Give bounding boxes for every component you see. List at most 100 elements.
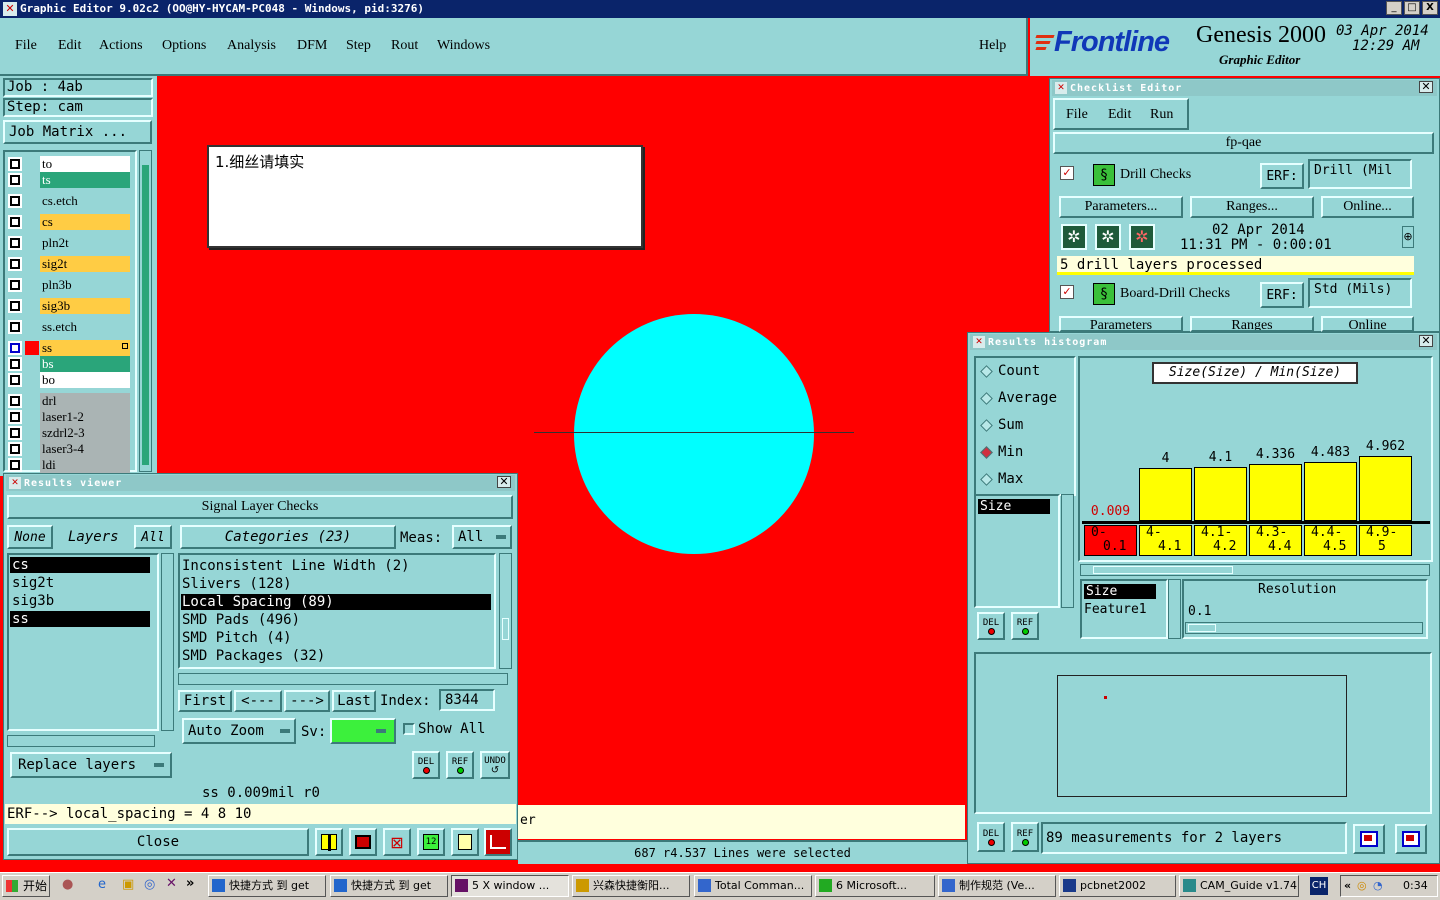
layer-checkbox[interactable] (8, 410, 22, 424)
histogram-bar[interactable] (1249, 464, 1302, 521)
results-layer-item[interactable]: cs (10, 557, 150, 573)
resolution-slider[interactable] (1185, 622, 1423, 634)
taskbar-item[interactable]: 兴森快捷衡阳... (572, 875, 690, 897)
hist-list-item-size[interactable]: Size (978, 499, 1050, 514)
layer-checkbox[interactable] (8, 458, 22, 472)
layer-checkbox[interactable] (8, 442, 22, 456)
start-button[interactable]: 开始 (2, 875, 50, 897)
run-icon-2[interactable]: ✲ (1095, 224, 1121, 250)
results-layers-scrollbar[interactable] (161, 553, 174, 731)
meas-select[interactable]: All (452, 525, 512, 549)
show-all-checkbox[interactable] (403, 723, 415, 735)
histogram-bar[interactable] (1359, 456, 1412, 521)
categories-button[interactable]: Categories (23) (180, 525, 396, 549)
close-window-button[interactable]: X (1422, 1, 1438, 15)
monitor-icon-button[interactable] (349, 828, 377, 856)
menu-windows[interactable]: Windows (437, 38, 490, 54)
bar-category-label[interactable]: 4.1- 4.2 (1194, 525, 1247, 556)
layer-checkbox[interactable] (8, 236, 22, 250)
browser-icon[interactable]: ◎ (144, 877, 155, 892)
menu-actions[interactable]: Actions (99, 38, 143, 54)
next-button[interactable]: ---> (284, 690, 330, 712)
category-item[interactable]: Slivers (128) (181, 576, 491, 592)
menu-rout[interactable]: Rout (391, 38, 418, 54)
prev-button[interactable]: <--- (234, 690, 282, 712)
taskbar-item[interactable]: 5 X window ... (451, 875, 569, 897)
cyan-pad[interactable] (574, 314, 814, 554)
last-button[interactable]: Last (332, 690, 376, 712)
bar-category-label[interactable]: 4.4- 4.5 (1304, 525, 1357, 556)
preview-del-button[interactable]: DEL (977, 822, 1005, 852)
field-feature1[interactable]: Feature1 (1084, 602, 1147, 617)
close-button[interactable]: Close (7, 828, 309, 856)
preview-box[interactable] (1057, 675, 1347, 797)
job-matrix-button[interactable]: Job Matrix ... (3, 120, 152, 144)
layers-none-button[interactable]: None (7, 525, 53, 549)
tray-app-icon[interactable]: ◎ (1357, 879, 1367, 892)
ranges-button-2[interactable]: Ranges (1190, 316, 1314, 332)
ranges-button[interactable]: Ranges... (1190, 196, 1314, 218)
hist-ref-button[interactable]: REF (1011, 612, 1039, 640)
more-icon[interactable]: » (186, 876, 194, 891)
layer-checkbox[interactable] (8, 426, 22, 440)
scroll-right-icon[interactable]: ⊕ (1402, 226, 1414, 248)
menu-file[interactable]: File (15, 38, 37, 54)
bar-category-label[interactable]: 4.3- 4.4 (1249, 525, 1302, 556)
run-icon-1[interactable]: ✲ (1061, 224, 1087, 250)
category-item[interactable]: SMD Pads (496) (181, 612, 491, 628)
layer-checkbox[interactable] (8, 194, 22, 208)
menu-edit[interactable]: Edit (58, 38, 81, 54)
lang-indicator[interactable]: CH (1310, 877, 1328, 895)
layer-checkbox[interactable] (8, 373, 22, 387)
histogram-bar[interactable] (1194, 467, 1247, 521)
board-erf-field[interactable]: Std (Mils) (1308, 278, 1412, 308)
xwin-icon[interactable]: ✕ (166, 876, 177, 891)
field-scrollbar[interactable] (1168, 579, 1181, 639)
category-item[interactable]: Local Spacing (89) (181, 594, 491, 610)
parameters-button-2[interactable]: Parameters (1059, 316, 1183, 332)
run-icon-3[interactable]: ✲ (1129, 224, 1155, 250)
results-layer-item[interactable]: sig2t (10, 575, 150, 591)
layer-checkbox[interactable] (8, 215, 22, 229)
taskbar-item[interactable]: 6 Microsoft... (815, 875, 935, 897)
zoom-fit-icon[interactable] (1353, 824, 1385, 854)
preview-ref-button[interactable]: REF (1011, 822, 1039, 852)
online-button[interactable]: Online... (1321, 196, 1414, 218)
maximize-button[interactable]: □ (1404, 1, 1420, 15)
zoom-area-icon[interactable] (1395, 824, 1427, 854)
checklist-menu-file[interactable]: File (1066, 107, 1088, 123)
taskbar-item[interactable]: Total Comman... (694, 875, 812, 897)
category-item[interactable]: Inconsistent Line Width (2) (181, 558, 491, 574)
bar-category-label[interactable]: 0- 0.1 (1084, 525, 1137, 556)
users-icon[interactable]: ● (62, 877, 73, 892)
category-item[interactable]: SMD Packages (32) (181, 648, 491, 664)
results-layers-hscroll[interactable] (7, 735, 155, 747)
rv-ref-button[interactable]: REF (446, 751, 474, 779)
histogram-icon-button[interactable] (484, 828, 512, 856)
parameters-button[interactable]: Parameters... (1059, 196, 1183, 218)
menu-analysis[interactable]: Analysis (227, 38, 276, 54)
ie-icon[interactable]: e (98, 877, 106, 892)
replace-layers-select[interactable]: Replace layers (10, 752, 172, 778)
flag-icon-button[interactable] (315, 828, 343, 856)
online-button-2[interactable]: Online (1321, 316, 1414, 332)
minimize-button[interactable]: _ (1386, 1, 1402, 15)
taskbar-item[interactable]: 快捷方式 到 get (208, 875, 326, 897)
histogram-bar[interactable] (1139, 468, 1192, 521)
categories-hscroll[interactable] (178, 673, 508, 685)
results-layer-item[interactable]: ss (10, 611, 150, 627)
drill-checks-checkbox[interactable]: ✓ (1060, 166, 1074, 180)
layer-scrollbar[interactable] (139, 150, 152, 472)
menu-help[interactable]: Help (979, 38, 1006, 54)
mode-radio-count[interactable]: Count (980, 363, 1070, 381)
results-viewer-close-icon[interactable]: ✕ (497, 476, 511, 488)
categories-scrollbar[interactable] (499, 553, 512, 669)
layer-checkbox[interactable] (8, 173, 22, 187)
auto-zoom-select[interactable]: Auto Zoom (182, 718, 296, 744)
layer-checkbox[interactable] (8, 394, 22, 408)
checklist-menu-run[interactable]: Run (1150, 107, 1173, 123)
taskbar-item[interactable]: 快捷方式 到 get (330, 875, 448, 897)
category-item[interactable]: SMD Pitch (4) (181, 630, 491, 646)
hist-list-scrollbar[interactable] (1061, 494, 1074, 608)
layer-checkbox[interactable] (8, 278, 22, 292)
